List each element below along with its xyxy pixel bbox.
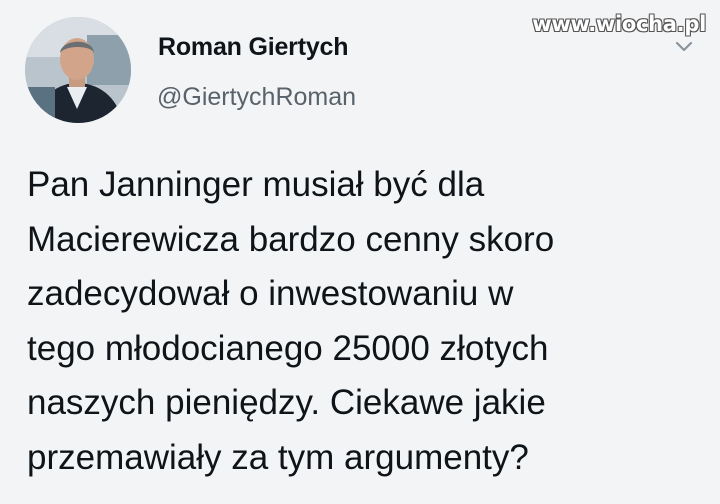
avatar[interactable] [25,17,131,123]
tweet-text-line: zadecydował o inwestowaniu w [27,274,514,313]
tweet-text-line: naszych pieniędzy. Ciekawe jakie [27,383,546,422]
chevron-down-icon[interactable] [674,40,694,54]
tweet-screenshot: Roman Giertych @GiertychRoman www.wiocha… [0,0,720,504]
tweet-text-line: tego młodocianego 25000 złotych [27,328,549,368]
tweet-text-line: Macierewicza bardzo cenny skoro [27,219,555,259]
profile-photo-icon [25,17,131,123]
watermark-text: www.wiocha.pl [532,12,706,36]
tweet-text-line: przemawiały za tym argumenty? [27,437,529,477]
author-display-name[interactable]: Roman Giertych [158,33,349,62]
tweet-text-line: Pan Janninger musiał być dla [27,165,485,204]
tweet-text: Pan Janninger musiał być dla Macierewicz… [27,158,707,485]
author-handle[interactable]: @GiertychRoman [157,83,356,112]
